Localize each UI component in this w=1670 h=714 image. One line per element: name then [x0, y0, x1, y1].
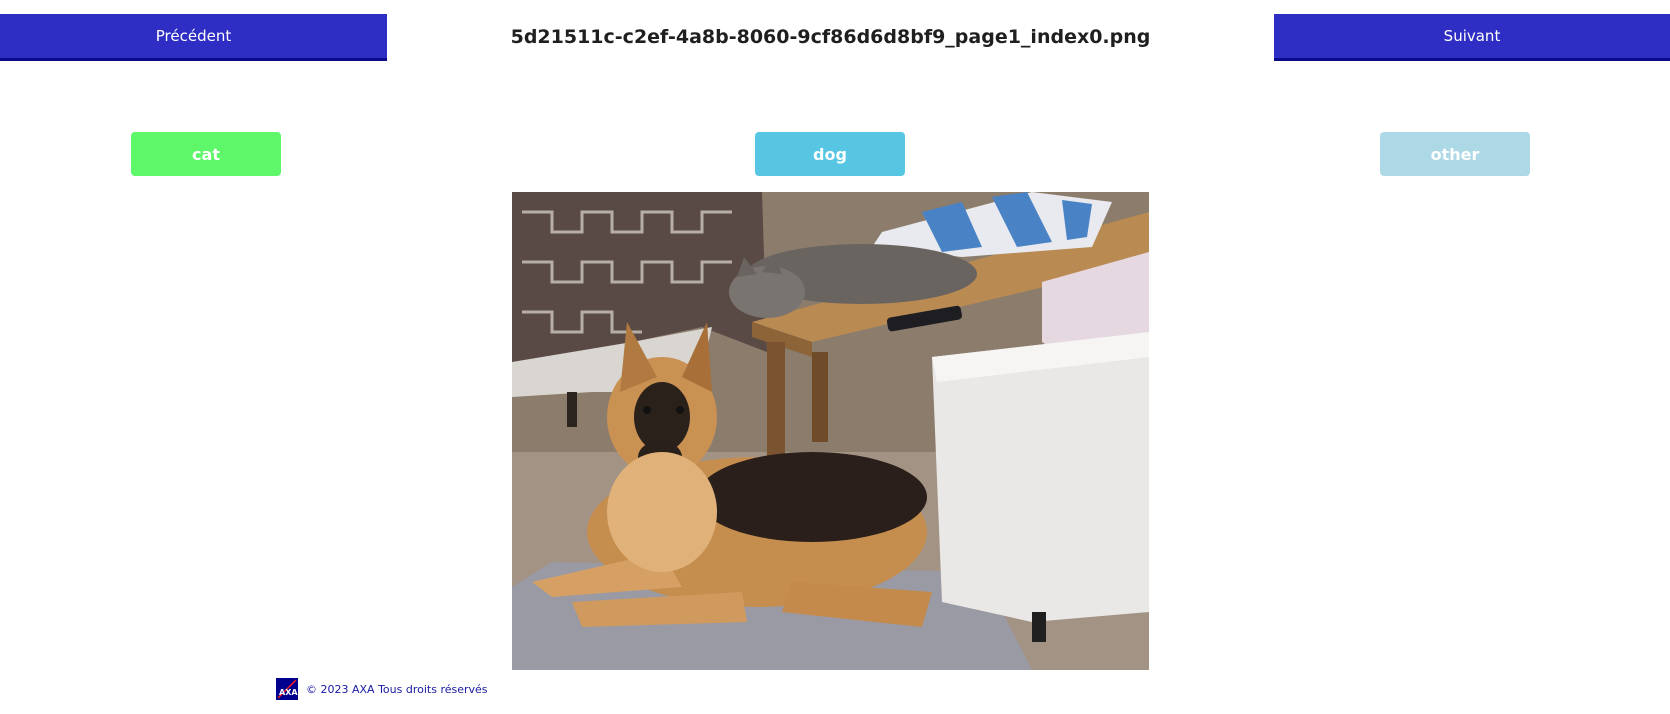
next-button[interactable]: Suivant: [1274, 14, 1670, 61]
classified-image: [512, 192, 1149, 670]
footer: AXA © 2023 AXA Tous droits réservés: [276, 678, 488, 700]
axa-logo-icon: AXA: [276, 678, 298, 700]
image-filename: 5d21511c-c2ef-4a8b-8060-9cf86d6d8bf9_pag…: [510, 26, 1151, 48]
label-dog-button[interactable]: dog: [755, 132, 905, 176]
label-cat-button[interactable]: cat: [131, 132, 281, 176]
label-other-button[interactable]: other: [1380, 132, 1530, 176]
previous-button[interactable]: Précédent: [0, 14, 387, 61]
copyright-text: © 2023 AXA Tous droits réservés: [306, 682, 488, 696]
svg-text:AXA: AXA: [279, 688, 298, 697]
